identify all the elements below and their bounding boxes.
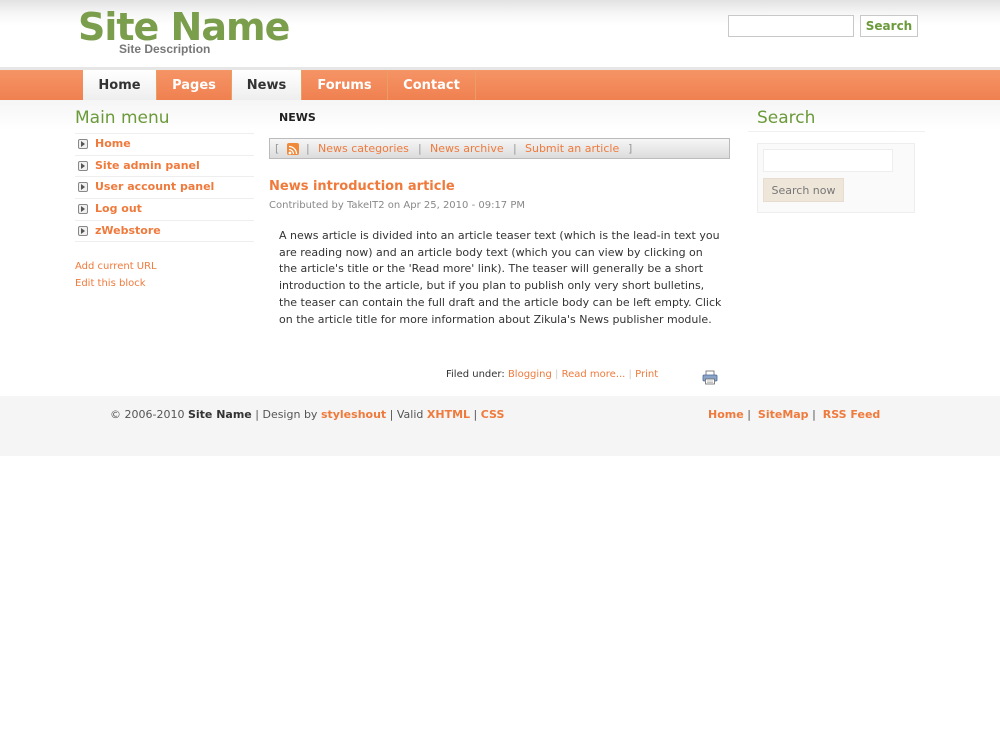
toolbar-separator: | — [513, 142, 517, 155]
news-toolbar: [ | News categories | News archive | Sub… — [269, 138, 730, 159]
footer-pipe: | — [812, 408, 816, 421]
tab-home[interactable]: Home — [83, 70, 157, 100]
bracket-close: ] — [628, 142, 633, 155]
tab-pages[interactable]: Pages — [157, 70, 232, 100]
menu-item-label[interactable]: Home — [95, 137, 131, 150]
css-link[interactable]: CSS — [481, 408, 505, 421]
tab-forums[interactable]: Forums — [302, 70, 388, 100]
arrow-right-icon — [78, 161, 88, 171]
search-block-title: Search — [757, 108, 816, 128]
arrow-right-icon — [78, 226, 88, 236]
category-link[interactable]: Blogging — [508, 369, 552, 380]
printer-icon[interactable] — [702, 370, 718, 385]
header-search-button[interactable]: Search — [860, 15, 918, 37]
menu-item-user-account-panel[interactable]: User account panel — [75, 176, 254, 197]
menu-item-label[interactable]: Site admin panel — [95, 159, 200, 172]
add-current-url-link[interactable]: Add current URL — [75, 261, 157, 272]
print-link[interactable]: Print — [635, 369, 658, 380]
arrow-right-icon — [78, 182, 88, 192]
divider — [748, 131, 925, 132]
article-footer: Filed under: Blogging | Read more... | P… — [446, 369, 658, 380]
styleshout-link[interactable]: styleshout — [321, 408, 386, 421]
menu-item-label[interactable]: zWebstore — [95, 224, 161, 237]
rss-icon[interactable] — [287, 143, 299, 155]
main-menu-title: Main menu — [75, 108, 170, 128]
site-description: Site Description — [119, 42, 211, 56]
valid-text: | Valid — [389, 408, 424, 421]
footer-home-link[interactable]: Home — [708, 408, 744, 421]
tab-news[interactable]: News — [232, 70, 302, 100]
arrow-right-icon — [78, 139, 88, 149]
menu-item-label[interactable]: User account panel — [95, 180, 214, 193]
footer-pipe: | — [473, 408, 478, 421]
tab-contact[interactable]: Contact — [388, 70, 476, 100]
article-meta: Contributed by TakeIT2 on Apr 25, 2010 -… — [269, 200, 526, 211]
search-now-button[interactable]: Search now — [763, 178, 844, 202]
menu-item-home[interactable]: Home — [75, 133, 254, 154]
footer-rss-link[interactable]: RSS Feed — [823, 408, 881, 421]
toolbar-separator: | — [306, 142, 310, 155]
menu-item-log-out[interactable]: Log out — [75, 198, 254, 219]
xhtml-link[interactable]: XHTML — [427, 408, 470, 421]
filed-under-label: Filed under: — [446, 369, 505, 380]
menu-item-zwebstore[interactable]: zWebstore — [75, 220, 254, 242]
footer-sitemap-link[interactable]: SiteMap — [758, 408, 809, 421]
copyright-text: © 2006-2010 — [110, 408, 185, 421]
article-body: A news article is divided into an articl… — [279, 229, 722, 326]
menu-item-label[interactable]: Log out — [95, 202, 142, 215]
news-archive-link[interactable]: News archive — [430, 139, 504, 159]
toolbar-separator: | — [418, 142, 422, 155]
footer-credits: © 2006-2010 Site Name | Design by styles… — [110, 408, 504, 421]
menu-item-site-admin-panel[interactable]: Site admin panel — [75, 155, 254, 176]
bracket-open: [ — [275, 142, 280, 155]
page-title: NEWS — [279, 111, 316, 124]
article-title-link[interactable]: News introduction article — [269, 179, 455, 194]
arrow-right-icon — [78, 204, 88, 214]
read-more-link[interactable]: Read more... — [562, 369, 626, 380]
sidebar-search-input[interactable] — [763, 149, 893, 172]
edit-block-link[interactable]: Edit this block — [75, 278, 146, 289]
footer-nav: Home | SiteMap | RSS Feed — [708, 408, 880, 421]
footer: © 2006-2010 Site Name | Design by styles… — [0, 396, 1000, 456]
design-by-text: | Design by — [255, 408, 318, 421]
header-search-input[interactable] — [728, 15, 854, 37]
footer-site-name: Site Name — [187, 408, 252, 421]
footer-separator: | — [555, 369, 559, 380]
news-categories-link[interactable]: News categories — [318, 139, 409, 159]
footer-separator: | — [628, 369, 632, 380]
submit-article-link[interactable]: Submit an article — [525, 139, 619, 159]
footer-pipe: | — [747, 408, 751, 421]
